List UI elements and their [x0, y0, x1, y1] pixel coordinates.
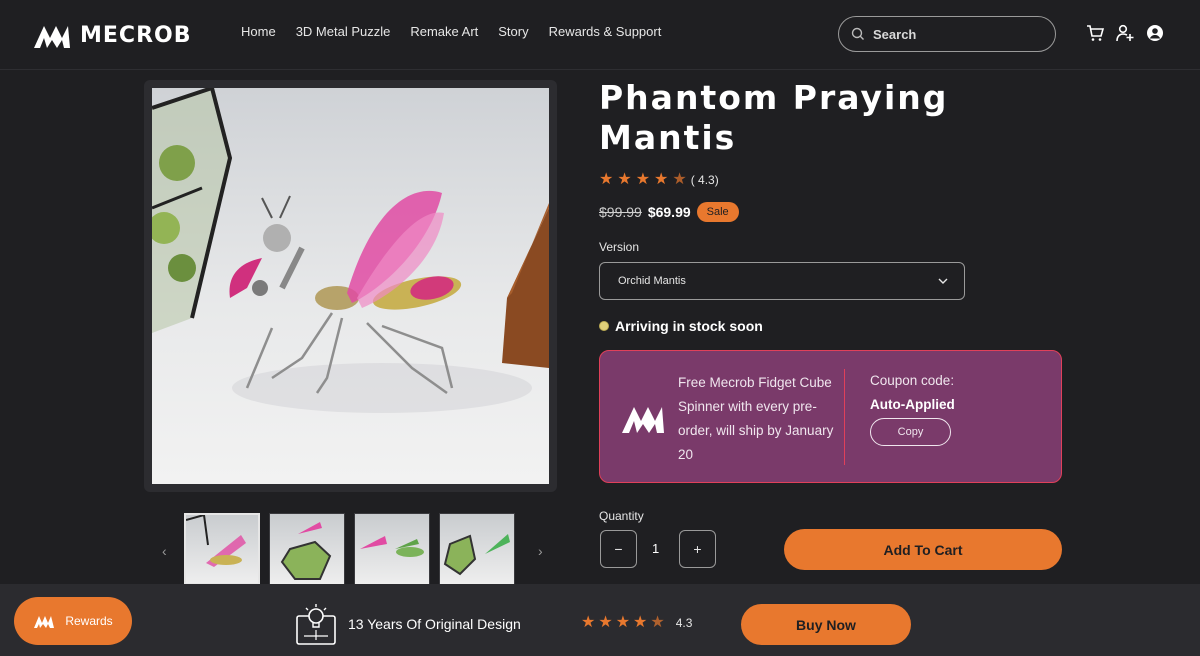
star-icon: ★ [654, 171, 669, 188]
thumbnail-3[interactable] [354, 513, 430, 585]
coupon-value: Auto-Applied [870, 397, 955, 412]
version-selected: Orchid Mantis [618, 275, 686, 287]
cart-icon[interactable] [1086, 24, 1105, 42]
star-icon: ★ [598, 614, 613, 631]
buy-now-button[interactable]: Buy Now [741, 604, 911, 645]
coupon-label: Coupon code: [870, 373, 955, 388]
chevron-left-icon[interactable]: ‹ [162, 543, 167, 559]
decrement-button[interactable]: − [600, 530, 637, 568]
price-row: $99.99 $69.99 Sale [599, 202, 739, 222]
design-badge: 13 Years Of Original Design [294, 602, 521, 646]
quantity-value: 1 [652, 541, 660, 556]
bottom-rating-value: 4.3 [675, 616, 693, 630]
half-star-icon: ★ [650, 614, 665, 631]
product-photo [152, 88, 549, 484]
mecrob-logo-icon [34, 616, 55, 628]
increment-button[interactable]: + [679, 530, 716, 568]
nav-remake-art[interactable]: Remake Art [410, 24, 478, 39]
search-input[interactable] [873, 26, 1033, 42]
half-star-icon: ★ [672, 171, 687, 188]
search-box[interactable] [838, 16, 1056, 52]
status-dot-icon [599, 321, 609, 331]
copy-button[interactable]: Copy [870, 418, 951, 446]
design-text: 13 Years Of Original Design [348, 616, 521, 632]
sale-price: $69.99 [647, 204, 691, 220]
brand-logo[interactable]: MECROB [32, 20, 191, 50]
promo-banner: Free Mecrob Fidget Cube Spinner with eve… [599, 350, 1062, 483]
star-icon: ★ [615, 614, 631, 631]
thumbnail-2[interactable] [269, 513, 345, 585]
bottom-rating: ★ ★ ★ ★ ★ 4.3 [581, 615, 692, 631]
thumbnail-1[interactable] [184, 513, 260, 585]
sale-badge: Sale [696, 202, 739, 222]
thumbnail-4[interactable] [439, 513, 515, 585]
star-icon: ★ [635, 171, 651, 188]
nav-3d-metal-puzzle[interactable]: 3D Metal Puzzle [296, 24, 391, 39]
product-title: Phantom Praying Mantis [599, 78, 949, 157]
nav-story[interactable]: Story [498, 24, 528, 39]
chevron-right-icon[interactable]: › [538, 543, 543, 559]
brand-name: MECROB [80, 22, 192, 48]
rewards-label: Rewards [65, 614, 113, 628]
lightbulb-icon [296, 604, 336, 645]
version-select[interactable]: Orchid Mantis [599, 262, 965, 300]
mecrob-logo-icon [34, 26, 70, 48]
search-icon [851, 27, 864, 40]
stock-status: Arriving in stock soon [599, 318, 763, 334]
version-label: Version [599, 240, 640, 254]
nav-rewards-support[interactable]: Rewards & Support [549, 24, 662, 39]
star-icon: ★ [633, 614, 648, 631]
add-to-cart-button[interactable]: Add To Cart [784, 529, 1062, 570]
quantity-label: Quantity [599, 509, 644, 523]
product-rating[interactable]: ★ ★ ★ ★ ★ ( 4.3) [599, 172, 719, 188]
rating-value: ( 4.3) [690, 173, 719, 187]
chevron-down-icon [938, 278, 948, 284]
rewards-button[interactable]: Rewards [14, 597, 132, 645]
site-header: MECROB Home 3D Metal Puzzle Remake Art S… [0, 0, 1200, 70]
nav-home[interactable]: Home [241, 24, 276, 39]
promo-text: Free Mecrob Fidget Cube Spinner with eve… [678, 375, 834, 462]
mecrob-logo-icon [622, 407, 664, 433]
header-icons [1086, 24, 1164, 42]
sticky-bottom-bar: Rewards 13 Years Of Original Design ★ ★ … [0, 584, 1200, 656]
star-icon: ★ [599, 171, 614, 188]
account-icon[interactable] [1146, 24, 1164, 42]
star-icon: ★ [617, 171, 632, 188]
stock-status-text: Arriving in stock soon [615, 318, 763, 334]
main-nav: Home 3D Metal Puzzle Remake Art Story Re… [241, 24, 661, 39]
add-user-icon[interactable] [1116, 24, 1134, 42]
promo-divider [844, 369, 845, 465]
original-price: $99.99 [599, 204, 642, 220]
thumbnail-strip: ‹ › [160, 513, 560, 585]
product-main-image[interactable] [144, 80, 557, 492]
star-icon: ★ [581, 614, 596, 631]
